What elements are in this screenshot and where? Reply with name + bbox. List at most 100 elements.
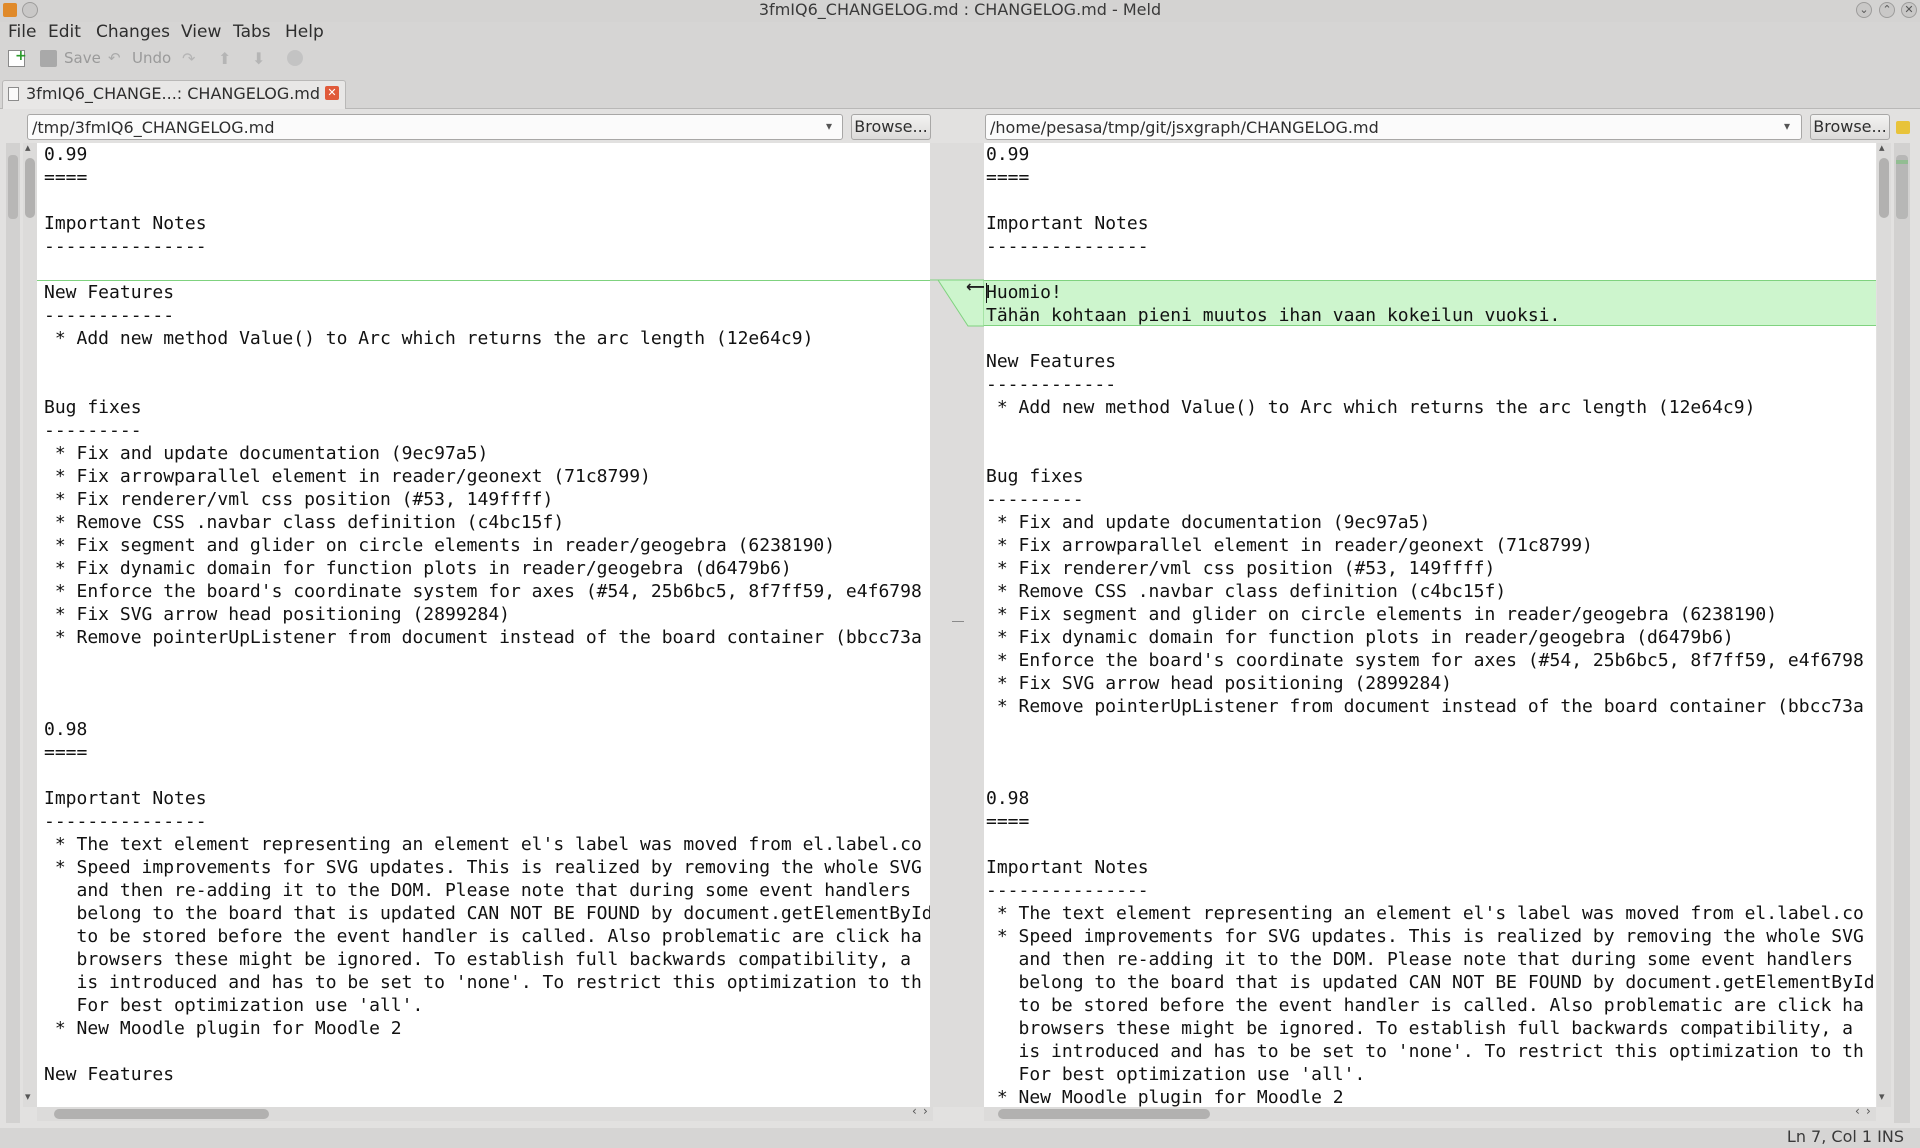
save-icon[interactable] <box>40 50 57 67</box>
right-overview-viewport[interactable] <box>1896 155 1908 219</box>
right-text-line <box>986 419 1875 442</box>
right-text-line: 0.99 <box>986 144 1030 165</box>
right-overview-map <box>1894 143 1910 1123</box>
right-browse-button[interactable]: Browse... <box>1810 114 1890 140</box>
left-text-line: and then re-adding it to the DOM. Please… <box>44 880 911 901</box>
right-vertical-scrollbar[interactable] <box>1877 143 1891 1107</box>
right-text-line: to be stored before the event handler is… <box>986 995 1864 1016</box>
right-vertical-scrollbar-thumb[interactable] <box>1879 158 1889 218</box>
left-editor-pane[interactable]: 0.99 ==== Important Notes --------------- Ne… <box>37 143 933 1107</box>
right-horizontal-scrollbar-thumb[interactable] <box>998 1109 1210 1119</box>
menu-changes[interactable]: Changes <box>96 20 170 44</box>
right-text-line <box>986 258 1875 281</box>
menu-tabs[interactable]: Tabs <box>233 20 271 44</box>
new-comparison-icon[interactable]: + <box>8 48 27 67</box>
right-text-line: * Fix arrowparallel element in reader/ge… <box>986 535 1593 556</box>
left-text-line: * Enforce the board's coordinate system … <box>44 581 922 602</box>
left-vertical-scrollbar[interactable] <box>23 143 37 1107</box>
document-icon <box>8 87 19 101</box>
right-editor-pane[interactable]: 0.99 ==== Important Notes --------------- Hu… <box>984 143 1876 1107</box>
left-text-line: * Add new method Value() to Arc which re… <box>44 328 814 349</box>
stop-icon[interactable] <box>287 50 303 66</box>
menu-view[interactable]: View <box>181 20 221 44</box>
right-text-line: 0.98 <box>986 788 1030 809</box>
right-text-line: For best optimization use 'all'. <box>986 1064 1366 1085</box>
left-text-line <box>44 695 933 718</box>
right-text-line: Bug fixes <box>986 466 1084 487</box>
close-tab-icon[interactable]: ✕ <box>325 86 339 100</box>
left-text-line: browsers these might be ignored. To esta… <box>44 949 911 970</box>
redo-icon[interactable]: ↷ <box>182 50 199 67</box>
right-text-line: * Add new method Value() to Arc which re… <box>986 397 1756 418</box>
diff-link-gutter[interactable]: ⟵ <box>930 143 989 1107</box>
menu-edit[interactable]: Edit <box>48 20 81 44</box>
left-text-line: ------------ <box>44 305 175 326</box>
scroll-left-icon[interactable]: ‹ <box>1855 1104 1860 1118</box>
right-text-line: * Fix and update documentation (9ec97a5) <box>986 512 1431 533</box>
window-title: 3fmIQ6_CHANGELOG.md : CHANGELOG.md - Mel… <box>758 0 1162 19</box>
chevron-down-icon[interactable]: ▾ <box>826 119 832 133</box>
left-text-line: * Fix and update documentation (9ec97a5) <box>44 443 489 464</box>
left-path-combo[interactable]: /tmp/3fmIQ6_CHANGELOG.md <box>27 114 843 140</box>
maximize-icon[interactable]: ⌃ <box>1879 2 1895 18</box>
right-text-line: --------------- <box>986 236 1149 257</box>
right-text-line: ==== <box>986 167 1030 188</box>
status-bar <box>0 1128 1920 1148</box>
left-text-line: 0.99 <box>44 144 88 165</box>
left-text-line: --------------- <box>44 811 207 832</box>
left-text-line: Important Notes <box>44 788 207 809</box>
chevron-down-icon[interactable]: ▾ <box>1784 119 1790 133</box>
undo-icon[interactable]: ↶ <box>108 50 125 67</box>
scroll-down-icon[interactable]: ▾ <box>25 1090 31 1103</box>
left-browse-button[interactable]: Browse... <box>851 114 931 140</box>
menu-file[interactable]: File <box>8 20 36 44</box>
left-text-line: New Features <box>44 282 175 303</box>
minimize-icon[interactable]: ⌄ <box>1856 2 1872 18</box>
right-text-line: * Speed improvements for SVG updates. Th… <box>986 926 1864 947</box>
right-text-line: Tähän kohtaan pieni muutos ihan vaan kok… <box>986 305 1561 326</box>
right-text-line <box>986 833 1875 856</box>
left-text-line <box>44 764 933 787</box>
left-text-line: * Remove CSS .navbar class definition (c… <box>44 512 565 533</box>
scroll-up-icon[interactable]: ▴ <box>1879 141 1885 154</box>
gutter-handle[interactable] <box>952 621 964 622</box>
previous-change-icon[interactable]: ⬆ <box>218 50 235 67</box>
menu-help[interactable]: Help <box>285 20 324 44</box>
left-overview-viewport[interactable] <box>8 155 18 219</box>
left-horizontal-scrollbar-thumb[interactable] <box>54 1109 269 1119</box>
right-text-line: is introduced and has to be set to 'none… <box>986 1041 1864 1062</box>
left-text-line: New Features <box>44 1064 175 1085</box>
scroll-down-icon[interactable]: ▾ <box>1879 1090 1885 1103</box>
left-text-line: Important Notes <box>44 213 207 234</box>
left-text-line: * Fix dynamic domain for function plots … <box>44 558 792 579</box>
left-text-line: * Fix renderer/vml css position (#53, 14… <box>44 489 554 510</box>
left-vertical-scrollbar-thumb[interactable] <box>25 158 35 218</box>
left-text-line: 0.98 <box>44 719 88 740</box>
save-button[interactable]: Save <box>64 48 101 68</box>
scroll-up-icon[interactable]: ▴ <box>25 141 31 154</box>
right-text-line: New Features <box>986 351 1117 372</box>
left-text-line: * Fix SVG arrow head positioning (289928… <box>44 604 510 625</box>
left-text-line: * Fix segment and glider on circle eleme… <box>44 535 836 556</box>
scroll-right-icon[interactable]: › <box>1866 1104 1871 1118</box>
left-text-line: * New Moodle plugin for Moodle 2 <box>44 1018 402 1039</box>
right-text-line: * Fix renderer/vml css position (#53, 14… <box>986 558 1496 579</box>
next-change-icon[interactable]: ⬇ <box>252 50 269 67</box>
right-text-line: --------------- <box>986 880 1149 901</box>
scroll-right-icon[interactable]: › <box>923 1104 928 1118</box>
left-text-line <box>44 672 933 695</box>
left-text-line: ==== <box>44 742 88 763</box>
right-path-combo[interactable]: /home/pesasa/tmp/git/jsxgraph/CHANGELOG.… <box>985 114 1802 140</box>
close-window-icon[interactable]: ✕ <box>1901 2 1917 18</box>
scroll-left-icon[interactable]: ‹ <box>912 1104 917 1118</box>
left-text-line: * Fix arrowparallel element in reader/ge… <box>44 466 651 487</box>
left-text-line: ==== <box>44 167 88 188</box>
left-text-line: For best optimization use 'all'. <box>44 995 424 1016</box>
right-text-line: * Fix SVG arrow head positioning (289928… <box>986 673 1452 694</box>
undo-button[interactable]: Undo <box>132 48 171 68</box>
cursor-position-status: Ln 7, Col 1 INS <box>1786 1127 1904 1146</box>
right-text-line: * Fix segment and glider on circle eleme… <box>986 604 1778 625</box>
left-text-line: Bug fixes <box>44 397 142 418</box>
left-text-line: belong to the board that is updated CAN … <box>44 903 933 924</box>
left-text-line: --------- <box>44 420 142 441</box>
